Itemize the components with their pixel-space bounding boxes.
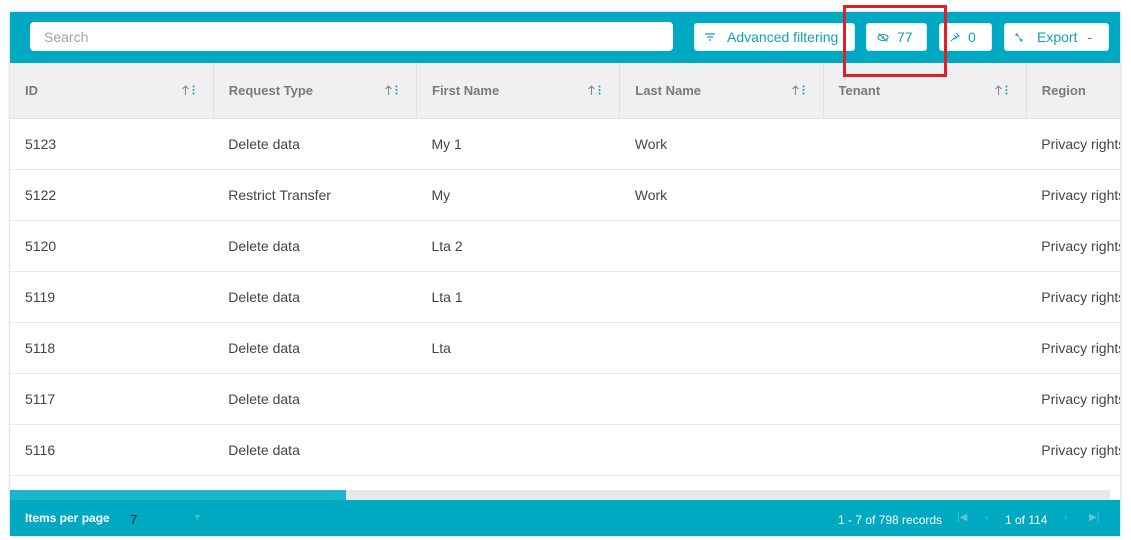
- cell-tenant: [823, 322, 1027, 374]
- data-grid-panel: Advanced filtering 77 0 Export - ID Requ…: [10, 12, 1120, 536]
- column-header-request-type[interactable]: Request Type: [213, 63, 418, 119]
- cell-first-name: My 1: [416, 118, 620, 170]
- cell-request-type: Restrict Transfer: [213, 169, 417, 221]
- cell-tenant: [823, 220, 1027, 272]
- results-table-container: ID Request Type First Name Last Name Ten…: [10, 63, 1120, 500]
- previous-page-icon[interactable]: ‹: [985, 512, 988, 523]
- cell-last-name: [619, 220, 823, 272]
- cell-first-name: [416, 424, 620, 476]
- cell-last-name: [619, 373, 823, 425]
- table-row[interactable]: 5116Delete data Privacy rights r: [10, 424, 1120, 476]
- cell-first-name: Lta 2: [416, 220, 620, 272]
- first-page-icon[interactable]: |◀: [957, 512, 967, 523]
- sort-menu-icon[interactable]: [385, 85, 398, 95]
- pagination-bar: Items per page 7 ▼ 1 - 7 of 798 records …: [10, 500, 1120, 536]
- chevron-down-icon[interactable]: ▼: [193, 512, 202, 522]
- cell-last-name: [619, 322, 823, 374]
- hidden-columns-button[interactable]: 77: [866, 23, 927, 51]
- cell-id: 5119: [10, 271, 214, 323]
- cell-first-name: My: [416, 169, 620, 221]
- cell-region: Privacy rights r: [1026, 424, 1120, 476]
- record-range: 1 - 7 of 798 records: [838, 513, 943, 527]
- cell-tenant: [823, 118, 1027, 170]
- table-row[interactable]: 5123Delete dataMy 1Work Privacy rights r: [10, 118, 1120, 170]
- cell-id: 5122: [10, 169, 214, 221]
- cell-request-type: Delete data: [213, 373, 417, 425]
- export-label: Export: [1037, 29, 1078, 45]
- cell-id: 5118: [10, 322, 214, 374]
- advanced-filtering-button[interactable]: Advanced filtering: [694, 23, 855, 51]
- cell-region: Privacy rights r: [1026, 118, 1120, 170]
- table-header-row: ID Request Type First Name Last Name Ten…: [10, 63, 1120, 119]
- cell-tenant: [823, 271, 1027, 323]
- eye-off-icon: [877, 32, 889, 42]
- cell-first-name: [416, 373, 620, 425]
- cell-region: Privacy rights r: [1026, 220, 1120, 272]
- page-indicator: 1 of 114: [1005, 513, 1048, 527]
- cell-id: 5116: [10, 424, 214, 476]
- cell-last-name: Work: [619, 169, 823, 221]
- cell-tenant: [823, 169, 1027, 221]
- cell-region: Privacy rights r: [1026, 271, 1120, 323]
- cell-request-type: Delete data: [213, 118, 417, 170]
- pinned-columns-button[interactable]: 0: [939, 23, 992, 51]
- sort-menu-icon[interactable]: [181, 85, 195, 95]
- sort-menu-icon[interactable]: [791, 85, 805, 95]
- cell-request-type: Delete data: [213, 220, 417, 272]
- cell-first-name: Lta: [416, 322, 620, 374]
- cell-request-type: Delete data: [213, 322, 417, 374]
- cell-request-type: Delete data: [213, 424, 417, 476]
- table-row[interactable]: 5120Delete dataLta 2 Privacy rights r: [10, 220, 1120, 272]
- table-row[interactable]: 5117Delete data Privacy rights r: [10, 373, 1120, 425]
- advanced-filtering-label: Advanced filtering: [727, 29, 839, 45]
- table-row[interactable]: 5119Delete dataLta 1 Privacy rights r: [10, 271, 1120, 323]
- export-caret-icon: -: [1087, 29, 1093, 45]
- cell-tenant: [823, 373, 1027, 425]
- cell-last-name: [619, 271, 823, 323]
- column-header-first-name[interactable]: First Name: [416, 63, 621, 119]
- cell-tenant: [823, 424, 1027, 476]
- cell-first-name: Lta 1: [416, 271, 620, 323]
- export-icon: [1015, 33, 1023, 41]
- results-table: ID Request Type First Name Last Name Ten…: [10, 63, 1120, 476]
- grid-toolbar: Advanced filtering 77 0 Export -: [10, 12, 1120, 63]
- column-header-last-name[interactable]: Last Name: [619, 63, 824, 119]
- cell-id: 5117: [10, 373, 214, 425]
- horizontal-scrollbar[interactable]: [10, 490, 1110, 500]
- items-per-page-select[interactable]: 7: [130, 512, 137, 527]
- cell-id: 5120: [10, 220, 214, 272]
- scrollbar-thumb[interactable]: [10, 490, 346, 500]
- items-per-page-label: Items per page: [25, 511, 110, 525]
- cell-last-name: [619, 424, 823, 476]
- cell-region: Privacy rights r: [1026, 169, 1120, 221]
- pin-icon: [950, 32, 960, 42]
- pinned-columns-count: 0: [968, 29, 976, 45]
- cell-region: Privacy rights r: [1026, 373, 1120, 425]
- search-input[interactable]: [30, 22, 673, 51]
- hidden-columns-count: 77: [897, 29, 913, 45]
- cell-region: Privacy rights r: [1026, 322, 1120, 374]
- export-button[interactable]: Export -: [1004, 23, 1109, 51]
- sort-menu-icon[interactable]: [588, 85, 601, 95]
- last-page-icon[interactable]: ▶|: [1089, 512, 1099, 523]
- filter-icon: [705, 33, 715, 41]
- next-page-icon[interactable]: ›: [1064, 512, 1067, 523]
- sort-menu-icon[interactable]: [994, 85, 1008, 95]
- cell-last-name: Work: [619, 118, 823, 170]
- table-row[interactable]: 5122 Restrict Transfer My Work Privacy right…: [10, 169, 1120, 221]
- column-header-id[interactable]: ID: [10, 63, 214, 119]
- column-header-region[interactable]: Region: [1026, 63, 1120, 119]
- cell-id: 5123: [10, 118, 214, 170]
- cell-request-type: Delete data: [213, 271, 417, 323]
- table-row[interactable]: 5118Delete dataLta Privacy rights r: [10, 322, 1120, 374]
- column-header-tenant[interactable]: Tenant: [823, 63, 1027, 119]
